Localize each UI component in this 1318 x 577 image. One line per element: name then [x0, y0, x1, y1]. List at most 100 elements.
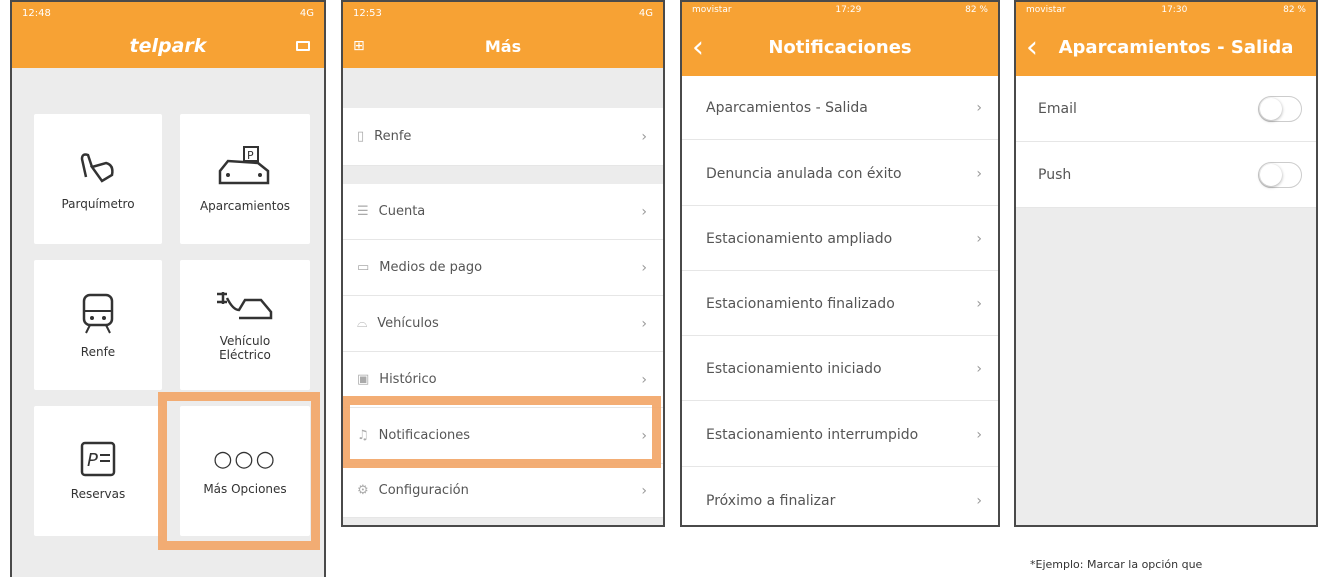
menu-item-label: Renfe [374, 129, 412, 144]
status-time: 17:29 [835, 5, 862, 15]
notification-item-label: Estacionamiento finalizado [706, 295, 895, 312]
notification-item-label: Aparcamientos - Salida [706, 99, 868, 116]
chevron-right-icon: › [976, 99, 982, 116]
page-title: Más [484, 36, 522, 56]
app-header: ‹ Notificaciones [682, 18, 998, 76]
menu-item-label: Histórico [379, 372, 437, 387]
push-toggle[interactable] [1258, 161, 1302, 188]
train-icon: ▯ [357, 129, 365, 144]
notification-item[interactable]: Próximo a finalizar › [682, 469, 998, 525]
tile-vehiculo-electrico[interactable]: Vehículo Eléctrico [180, 260, 310, 390]
electric-car-icon [217, 292, 273, 320]
notification-item-label: Próximo a finalizar [706, 492, 836, 509]
brand-logo: telpark [129, 35, 207, 57]
chevron-right-icon: › [641, 203, 647, 220]
parking-car-icon: P [218, 146, 270, 185]
status-battery: 82 % [965, 5, 988, 15]
reservation-p-icon: P [80, 441, 116, 477]
account-icon: ☰ [357, 204, 369, 219]
setting-email: Email [1016, 76, 1316, 142]
status-carrier: movistar [1026, 5, 1066, 15]
page-title: Aparcamientos - Salida [1058, 36, 1294, 58]
setting-push: Push [1016, 142, 1316, 208]
notification-item-label: Estacionamiento ampliado [706, 230, 893, 247]
svg-text:P: P [247, 149, 254, 162]
tile-label: Vehículo Eléctrico [219, 334, 271, 362]
notification-item[interactable]: Aparcamientos - Salida › [682, 76, 998, 140]
menu-item-medios-pago[interactable]: ▭ Medios de pago › [343, 240, 663, 296]
tile-parquimetro[interactable]: Parquímetro [34, 114, 162, 244]
gear-icon: ⚙ [357, 483, 369, 498]
menu-item-label: Cuenta [378, 204, 426, 219]
status-battery: 82 % [1283, 5, 1306, 15]
status-bar: 12:48 4G [12, 2, 324, 24]
card-icon: ▭ [357, 260, 370, 275]
tile-label: Reservas [70, 487, 126, 501]
notification-item-label: Denuncia anulada con éxito [706, 165, 902, 182]
chevron-right-icon: › [641, 259, 647, 276]
tile-reservas[interactable]: P Reservas [34, 406, 162, 536]
chevron-right-icon: › [976, 426, 982, 443]
notification-item[interactable]: Estacionamiento ampliado › [682, 207, 998, 271]
back-chevron-icon[interactable]: ‹ [1026, 30, 1038, 65]
chevron-right-icon: › [976, 492, 982, 509]
chevron-right-icon: › [641, 482, 647, 499]
train-icon [82, 293, 114, 334]
chevron-right-icon: › [976, 295, 982, 312]
app-header: telpark [12, 24, 324, 68]
chevron-right-icon: › [976, 230, 982, 247]
chevron-right-icon: › [976, 165, 982, 182]
page-title: Notificaciones [768, 36, 912, 58]
menu-item-renfe[interactable]: ▯ Renfe › [343, 108, 663, 166]
car-icon: ⌓ [357, 316, 368, 331]
menu-item-label: Medios de pago [379, 260, 483, 275]
setting-label: Push [1038, 166, 1072, 183]
status-carrier: movistar [692, 5, 732, 15]
menu-item-vehiculos[interactable]: ⌓ Vehículos › [343, 296, 663, 352]
phone-notificaciones: movistar 17:29 82 % ‹ Notificaciones Aparc… [680, 0, 1000, 527]
history-icon: ▣ [357, 372, 370, 387]
status-bar: movistar 17:30 82 % [1016, 2, 1316, 18]
menu-item-configuracion[interactable]: ⚙ Configuración › [343, 464, 663, 518]
chevron-right-icon: › [641, 371, 647, 388]
phone-mas: 12:53 4G ⊞ Más ▯ Renfe › ☰ Cuenta › ▭ Medios d… [341, 0, 665, 527]
app-header: ‹ Aparcamientos - Salida [1016, 18, 1316, 76]
notification-item[interactable]: Estacionamiento iniciado › [682, 337, 998, 401]
setting-label: Email [1038, 100, 1077, 117]
mail-icon[interactable] [296, 41, 310, 51]
tile-aparcamientos[interactable]: P Aparcamientos [180, 114, 310, 244]
app-header: ⊞ Más [343, 24, 663, 68]
notification-item[interactable]: Estacionamiento finalizado › [682, 272, 998, 336]
status-network: 4G [638, 7, 653, 19]
caption: *Ejemplo: Marcar la opción que [1030, 558, 1203, 571]
status-network: 4G [299, 7, 314, 19]
notification-item[interactable]: Estacionamiento interrumpido › [682, 403, 998, 467]
status-bar: movistar 17:29 82 % [682, 2, 998, 18]
tile-renfe[interactable]: Renfe [34, 260, 162, 390]
phone-aparcamientos-salida: movistar 17:30 82 % ‹ Aparcamientos - Sali… [1014, 0, 1318, 527]
notification-item-label: Estacionamiento interrumpido [706, 426, 919, 443]
tile-label: Renfe [80, 345, 116, 359]
chevron-right-icon: › [641, 128, 647, 145]
status-time: 12:48 [22, 7, 51, 19]
tile-label: Parquímetro [61, 197, 135, 211]
status-time: 17:30 [1161, 5, 1188, 15]
chevron-right-icon: › [976, 360, 982, 377]
svg-text:P: P [87, 450, 98, 471]
email-toggle[interactable] [1258, 95, 1302, 122]
parking-meter-card-icon [80, 153, 114, 183]
grid-menu-icon[interactable]: ⊞ [353, 38, 365, 54]
phone-home: 12:48 4G telpark Parquímetro P Aparcamien… [10, 0, 326, 577]
menu-item-cuenta[interactable]: ☰ Cuenta › [343, 184, 663, 240]
notification-item[interactable]: Denuncia anulada con éxito › [682, 142, 998, 206]
chevron-right-icon: › [641, 315, 647, 332]
menu-item-label: Configuración [378, 483, 469, 498]
highlight-box [343, 396, 661, 468]
highlight-box [158, 392, 320, 550]
tile-label: Aparcamientos [199, 199, 291, 213]
notification-item-label: Estacionamiento iniciado [706, 360, 882, 377]
status-time: 12:53 [353, 7, 382, 19]
status-bar: 12:53 4G [343, 2, 663, 24]
back-chevron-icon[interactable]: ‹ [692, 30, 704, 65]
menu-item-label: Vehículos [377, 316, 439, 331]
